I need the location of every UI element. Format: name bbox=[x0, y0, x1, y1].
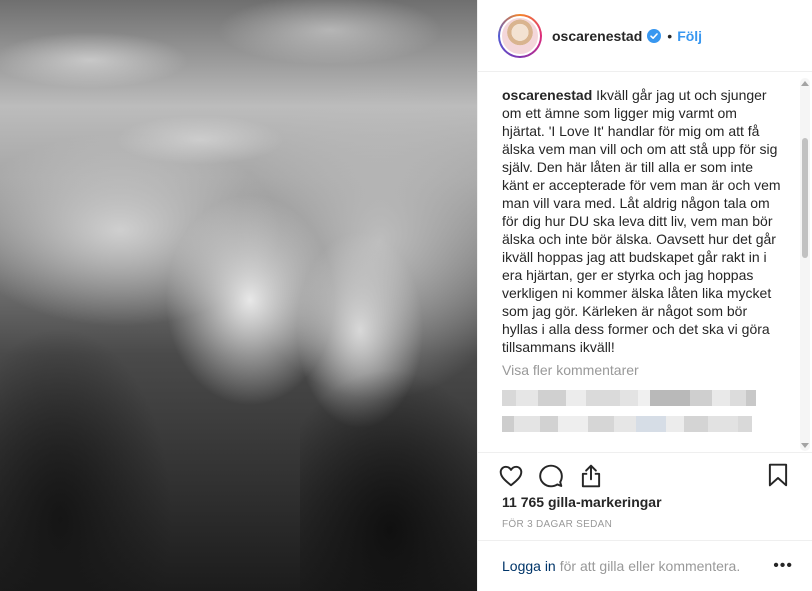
post-header: oscarenestad • Följ bbox=[478, 0, 812, 72]
login-link[interactable]: Logga in bbox=[502, 558, 556, 574]
scroll-up-arrow-icon[interactable] bbox=[801, 81, 809, 86]
avatar-story-ring[interactable] bbox=[498, 13, 542, 58]
post-photo[interactable] bbox=[0, 0, 477, 591]
heart-icon[interactable] bbox=[498, 463, 524, 489]
login-prompt-text: för att gilla eller kommentera. bbox=[559, 558, 741, 574]
photo-shadow-left bbox=[0, 280, 180, 591]
post-timestamp[interactable]: FÖR 3 DAGAR SEDAN bbox=[502, 519, 612, 530]
follow-button[interactable]: Följ bbox=[677, 28, 702, 44]
avatar[interactable] bbox=[500, 15, 540, 56]
caption-username[interactable]: oscarenestad bbox=[502, 87, 592, 103]
scroll-down-arrow-icon[interactable] bbox=[801, 443, 809, 448]
post-side-panel: oscarenestad • Följ oscarenestad Ikväll … bbox=[477, 0, 812, 591]
scrollbar-thumb[interactable] bbox=[802, 138, 808, 258]
verified-badge-icon bbox=[647, 28, 662, 43]
login-footer: Logga in för att gilla eller kommentera.… bbox=[478, 540, 812, 591]
comments-section: oscarenestad Ikväll går jag ut och sjung… bbox=[478, 72, 812, 452]
comments-scrollbar[interactable] bbox=[800, 78, 810, 451]
blurred-comment bbox=[502, 416, 783, 432]
photo-sky bbox=[0, 0, 477, 200]
caption-text: Ikväll går jag ut och sjunger om ett ämn… bbox=[502, 87, 781, 355]
bookmark-icon[interactable] bbox=[765, 462, 791, 488]
share-icon[interactable] bbox=[578, 463, 604, 489]
comment-bubble-icon[interactable] bbox=[538, 463, 564, 489]
post-caption: oscarenestad Ikväll går jag ut och sjung… bbox=[502, 86, 783, 356]
more-options-icon[interactable]: ••• bbox=[773, 557, 793, 575]
likes-count[interactable]: 11 765 gilla-markeringar bbox=[502, 494, 662, 510]
photo-shadow-right bbox=[300, 360, 477, 591]
header-username[interactable]: oscarenestad bbox=[552, 28, 642, 44]
view-more-comments-link[interactable]: Visa fler kommentarer bbox=[502, 362, 783, 378]
header-separator: • bbox=[667, 27, 673, 44]
blurred-comment bbox=[502, 390, 783, 406]
post-actions-bar bbox=[478, 452, 812, 498]
